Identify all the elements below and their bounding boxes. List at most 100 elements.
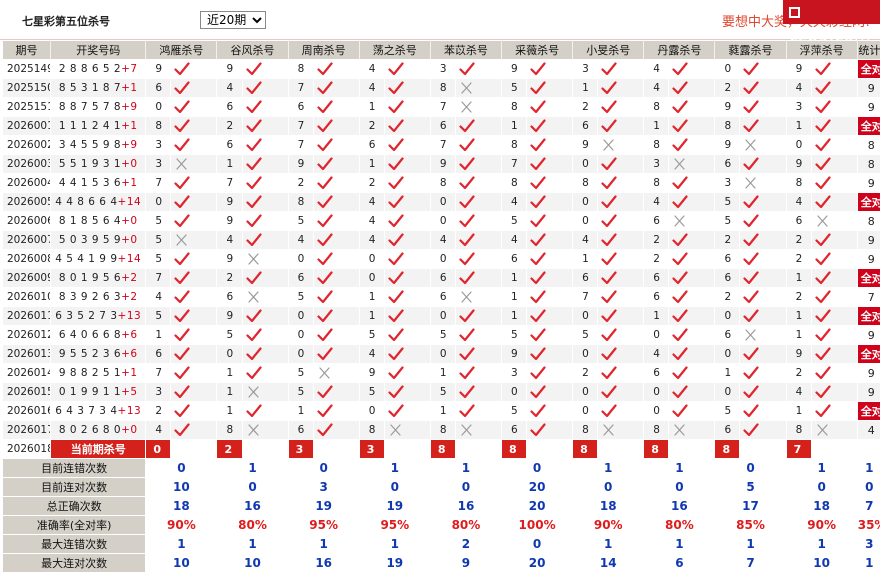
result-mark — [241, 268, 289, 288]
kill-number: 6 — [714, 420, 741, 440]
current-kill-number: 8 — [429, 439, 456, 459]
stat-label: 总正确次数 — [1, 496, 147, 516]
check-icon — [245, 347, 262, 361]
check-icon — [245, 233, 262, 247]
check-icon — [388, 366, 404, 380]
kill-number: 9 — [145, 59, 172, 79]
draw-number-cell: 0 1 9 9 1 1+5 — [50, 382, 147, 402]
kill-number: 8 — [643, 135, 670, 155]
kill-number: 0 — [287, 325, 314, 345]
cross-icon — [390, 424, 401, 436]
check-icon — [388, 252, 404, 266]
check-icon — [388, 138, 404, 152]
kill-number: 2 — [572, 97, 599, 117]
stat-row: 目前连错次数 0 1 0 1 1 0 1 1 0 1 1 — [1, 458, 880, 478]
kill-number: 6 — [714, 154, 741, 174]
check-icon — [174, 385, 190, 399]
result-mark — [810, 97, 858, 117]
draw-number-cell: 5 0 3 9 5 9+0 — [50, 230, 147, 250]
check-icon — [743, 100, 760, 114]
result-mark — [241, 287, 289, 307]
result-mark — [810, 382, 858, 402]
result-mark — [739, 59, 787, 79]
result-mark — [668, 97, 716, 117]
stat-value: 90% — [572, 515, 645, 535]
check-icon — [815, 309, 831, 323]
kill-number: 1 — [358, 306, 385, 326]
result-mark — [170, 97, 218, 117]
table-row: 2026010 8 3 9 2 6 3+2 4 6 5 1 6 1 7 6 2 2 7 — [1, 287, 880, 307]
result-mark — [170, 363, 218, 383]
site-logo[interactable]: cz89.com — [783, 0, 880, 46]
kill-number: 5 — [572, 325, 599, 345]
result-mark — [668, 344, 716, 364]
table-row: 2026012 6 4 0 6 6 8+6 1 5 0 5 5 5 5 0 6 1 9 — [1, 325, 880, 345]
result-mark — [668, 192, 716, 212]
stat-value: 16 — [643, 496, 716, 516]
cross-icon — [745, 177, 757, 189]
kill-number: 8 — [429, 78, 456, 98]
draw-digits: 6 4 0 6 6 8 — [58, 329, 122, 341]
kill-number: 2 — [572, 363, 599, 383]
result-mark — [312, 97, 360, 117]
draw-extra: +14 — [117, 196, 142, 208]
kill-number: 9 — [572, 135, 599, 155]
kill-number: 9 — [785, 344, 812, 364]
check-icon — [815, 233, 831, 247]
check-icon — [743, 157, 760, 171]
issue-cell: 2025149 — [1, 59, 52, 79]
check-icon — [317, 347, 333, 361]
check-icon — [815, 157, 831, 171]
kill-number: 1 — [501, 268, 528, 288]
kill-number: 5 — [287, 382, 314, 402]
result-mark — [739, 135, 787, 155]
kill-number: 4 — [785, 192, 812, 212]
kill-number: 9 — [216, 249, 243, 269]
result-mark — [170, 268, 218, 288]
check-icon — [174, 176, 190, 190]
stat-cell: 4 — [856, 420, 880, 440]
draw-extra: +6 — [121, 348, 138, 360]
kill-number: 0 — [287, 344, 314, 364]
result-mark — [170, 135, 218, 155]
stat-value: 6 — [643, 553, 716, 573]
kill-number: 8 — [429, 420, 456, 440]
kill-number: 0 — [429, 211, 456, 231]
column-header: 浮萍杀号 — [785, 40, 858, 60]
stat-row: 准确率(全对率) 90% 80% 95% 95% 80% 100% 90% 80% 85% 90% 3… — [1, 515, 880, 535]
result-mark — [454, 420, 503, 440]
check-icon — [459, 252, 475, 266]
result-mark — [312, 363, 360, 383]
draw-digits: 8 5 3 1 8 7 — [58, 82, 122, 94]
draw-digits: 8 3 9 2 6 3 — [58, 291, 122, 303]
check-icon — [601, 233, 617, 247]
kill-number: 8 — [572, 420, 599, 440]
kill-number: 5 — [501, 78, 528, 98]
draw-digits: 1 1 1 2 4 1 — [58, 120, 122, 132]
result-mark — [739, 382, 787, 402]
check-icon — [530, 290, 546, 304]
kill-number: 5 — [429, 325, 456, 345]
kill-number: 1 — [358, 287, 385, 307]
cross-icon — [319, 367, 330, 379]
check-icon — [672, 81, 688, 95]
stat-value: 0 — [714, 458, 787, 478]
kill-number: 9 — [714, 97, 741, 117]
check-icon — [174, 195, 190, 209]
kill-number: 8 — [287, 59, 314, 79]
check-icon — [174, 119, 190, 133]
kill-number: 0 — [358, 268, 385, 288]
kill-number: 3 — [145, 154, 172, 174]
check-icon — [743, 62, 760, 76]
kill-number: 0 — [358, 401, 385, 421]
result-mark — [810, 173, 858, 193]
check-icon — [601, 157, 617, 171]
draw-extra: +13 — [117, 310, 142, 322]
top-bar: 七星彩第五位杀号 近20期 要想中大奖，天天彩经网! cz89.com — [0, 0, 880, 46]
check-icon — [317, 309, 333, 323]
result-mark — [454, 363, 503, 383]
current-kill-number: 8 — [501, 439, 528, 459]
period-select[interactable]: 近20期 — [200, 11, 266, 29]
stat-value: 1 — [785, 534, 858, 554]
result-mark — [454, 135, 503, 155]
